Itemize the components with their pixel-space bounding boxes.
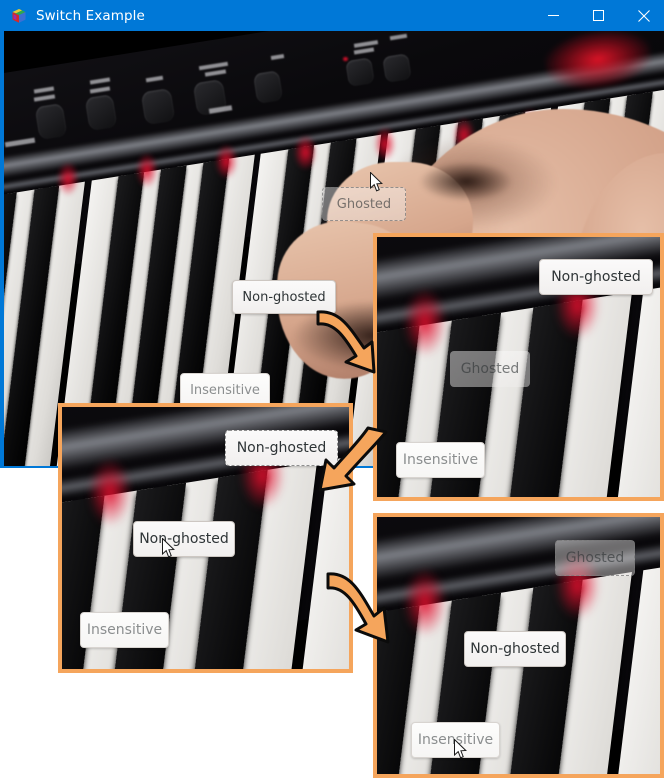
- insensitive-button: Insensitive: [180, 373, 270, 407]
- non-ghosted-button-label: Non-ghosted: [139, 531, 229, 547]
- non-ghosted-button[interactable]: Non-ghosted: [232, 280, 336, 314]
- non-ghosted-button-hover[interactable]: Non-ghosted: [133, 521, 235, 557]
- insensitive-button: Insensitive: [411, 722, 500, 758]
- window-title: Switch Example: [36, 7, 145, 24]
- insensitive-button-label: Insensitive: [417, 732, 494, 748]
- window-controls: [531, 0, 664, 31]
- ghosted-button[interactable]: Ghosted: [555, 540, 635, 576]
- ghosted-button-label: Ghosted: [336, 196, 392, 212]
- ghosted-button-label: Ghosted: [460, 361, 520, 377]
- non-ghosted-button-focused[interactable]: Non-ghosted: [225, 430, 338, 466]
- ghosted-button[interactable]: Ghosted: [450, 351, 530, 387]
- non-ghosted-button-label: Non-ghosted: [551, 269, 641, 285]
- inset-bottom-left: Non-ghosted Non-ghosted Insensitive: [58, 403, 353, 673]
- insensitive-button: Insensitive: [396, 442, 485, 478]
- app-cube-icon: [11, 8, 27, 24]
- inset-bottom-right: Ghosted Non-ghosted Insensitive: [373, 513, 664, 778]
- ghosted-button-label: Ghosted: [565, 550, 625, 566]
- insensitive-button-label: Insensitive: [190, 382, 260, 398]
- insensitive-button-label: Insensitive: [402, 452, 479, 468]
- minimize-button[interactable]: [531, 0, 576, 31]
- close-button[interactable]: [621, 0, 664, 31]
- inset-top-right: Non-ghosted Ghosted Insensitive: [373, 233, 664, 501]
- ghosted-button[interactable]: Ghosted: [322, 187, 406, 221]
- non-ghosted-button[interactable]: Non-ghosted: [539, 259, 653, 295]
- insensitive-button-label: Insensitive: [86, 622, 163, 638]
- non-ghosted-button-label: Non-ghosted: [470, 641, 560, 657]
- title-bar[interactable]: Switch Example: [2, 0, 664, 31]
- non-ghosted-button[interactable]: Non-ghosted: [464, 631, 566, 667]
- non-ghosted-button-label: Non-ghosted: [236, 440, 327, 456]
- maximize-button[interactable]: [576, 0, 621, 31]
- insensitive-button: Insensitive: [80, 612, 169, 648]
- non-ghosted-button-label: Non-ghosted: [242, 289, 326, 305]
